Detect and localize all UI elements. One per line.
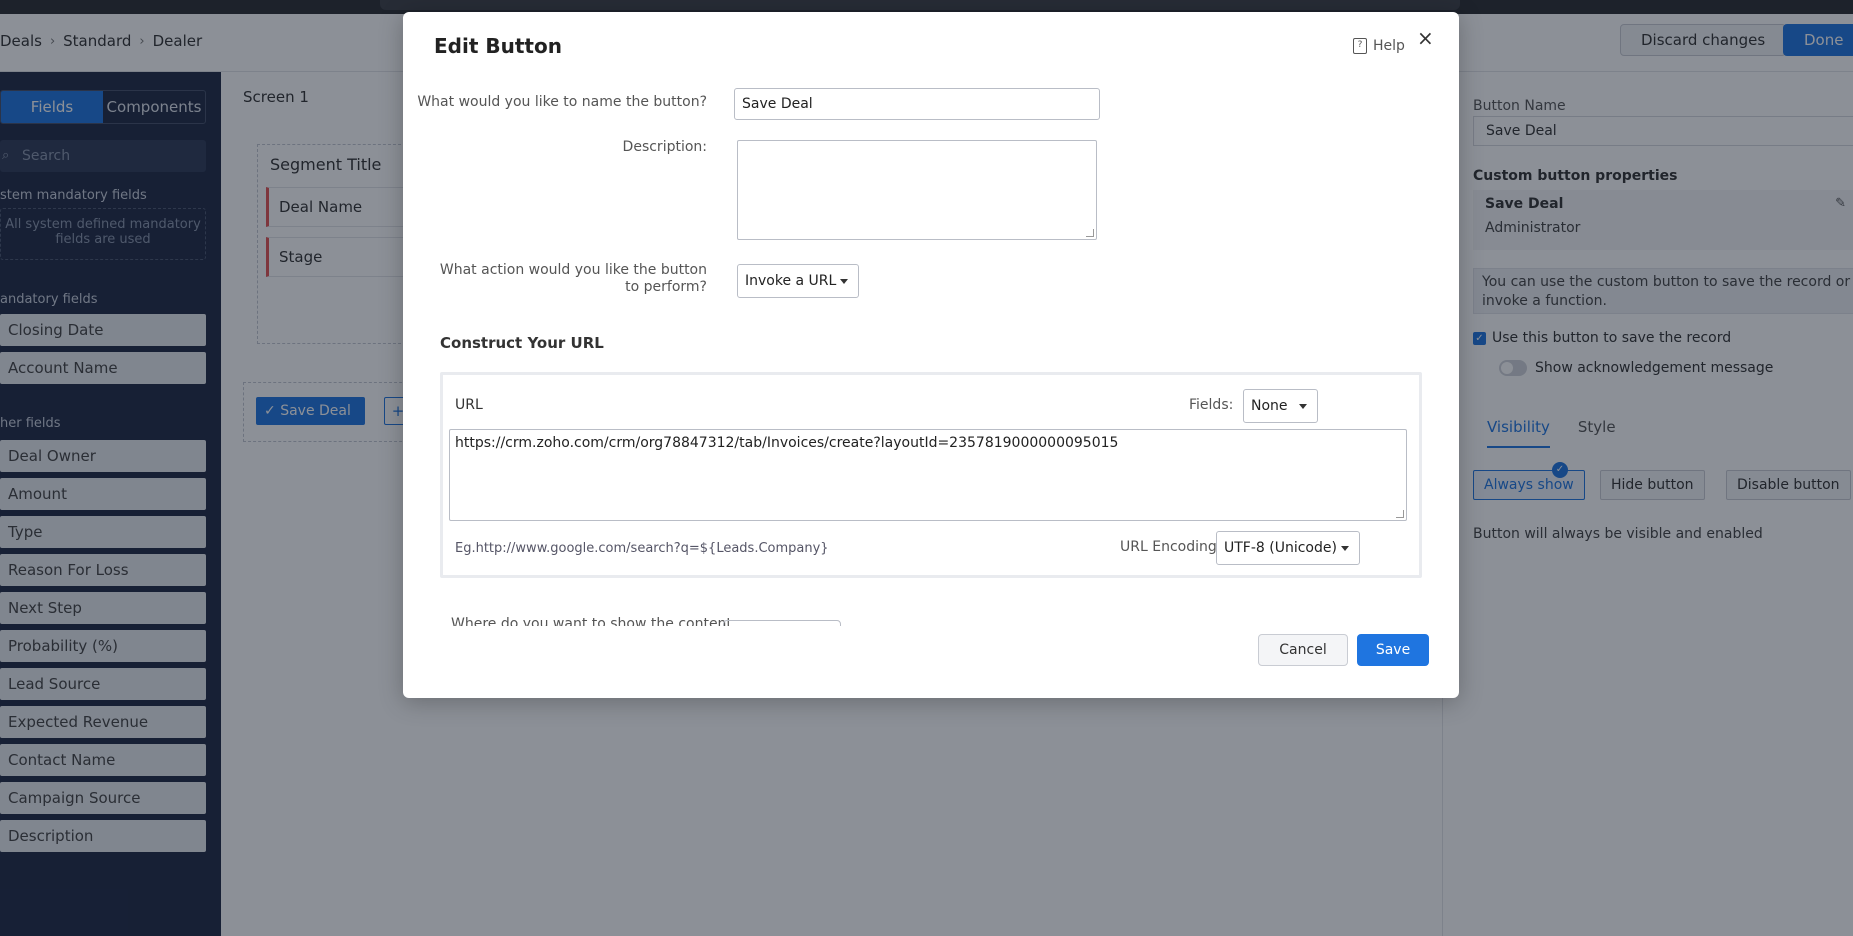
action-question-label: What action would you like the button to… [439, 262, 707, 295]
fields-select[interactable]: None [1243, 389, 1318, 423]
save-button[interactable]: Save [1357, 634, 1429, 666]
description-textarea[interactable] [737, 140, 1097, 240]
caret-down-icon [1299, 404, 1307, 409]
description-label: Description: [622, 139, 707, 155]
url-label: URL [455, 397, 483, 413]
dialog-title: Edit Button [434, 34, 562, 58]
show-content-select[interactable] [723, 620, 841, 626]
url-encoding-label: URL Encoding: [1120, 539, 1222, 555]
cancel-button[interactable]: Cancel [1258, 634, 1348, 666]
action-select[interactable]: Invoke a URL [737, 264, 859, 298]
resize-handle-icon[interactable] [1396, 510, 1404, 518]
fields-select-value: None [1251, 398, 1288, 414]
edit-button-dialog: Edit Button ? Help × What would you like… [403, 12, 1459, 698]
action-select-value: Invoke a URL [745, 273, 837, 289]
url-textarea[interactable]: https://crm.zoho.com/crm/org78847312/tab… [449, 429, 1407, 521]
resize-handle-icon[interactable] [1086, 229, 1094, 237]
fields-label: Fields: [1189, 397, 1234, 413]
caret-down-icon [840, 279, 848, 284]
url-example: Eg.http://www.google.com/search?q=${Lead… [455, 541, 829, 556]
construct-url-heading: Construct Your URL [440, 334, 604, 352]
url-builder: URL Fields: None https://crm.zoho.com/cr… [440, 372, 1422, 578]
show-content-row: Where do you want to show the content [443, 608, 943, 626]
help-label: Help [1373, 38, 1405, 54]
help-link[interactable]: ? Help [1353, 38, 1405, 54]
close-icon[interactable]: × [1417, 26, 1434, 50]
url-encoding-value: UTF-8 (Unicode) [1224, 540, 1337, 556]
help-icon: ? [1353, 38, 1367, 54]
caret-down-icon [1341, 546, 1349, 551]
url-encoding-select[interactable]: UTF-8 (Unicode) [1216, 531, 1360, 565]
name-question-label: What would you like to name the button? [417, 94, 707, 110]
button-name-field[interactable]: Save Deal [734, 88, 1100, 120]
show-content-label: Where do you want to show the content [451, 616, 732, 626]
url-value: https://crm.zoho.com/crm/org78847312/tab… [455, 435, 1119, 451]
